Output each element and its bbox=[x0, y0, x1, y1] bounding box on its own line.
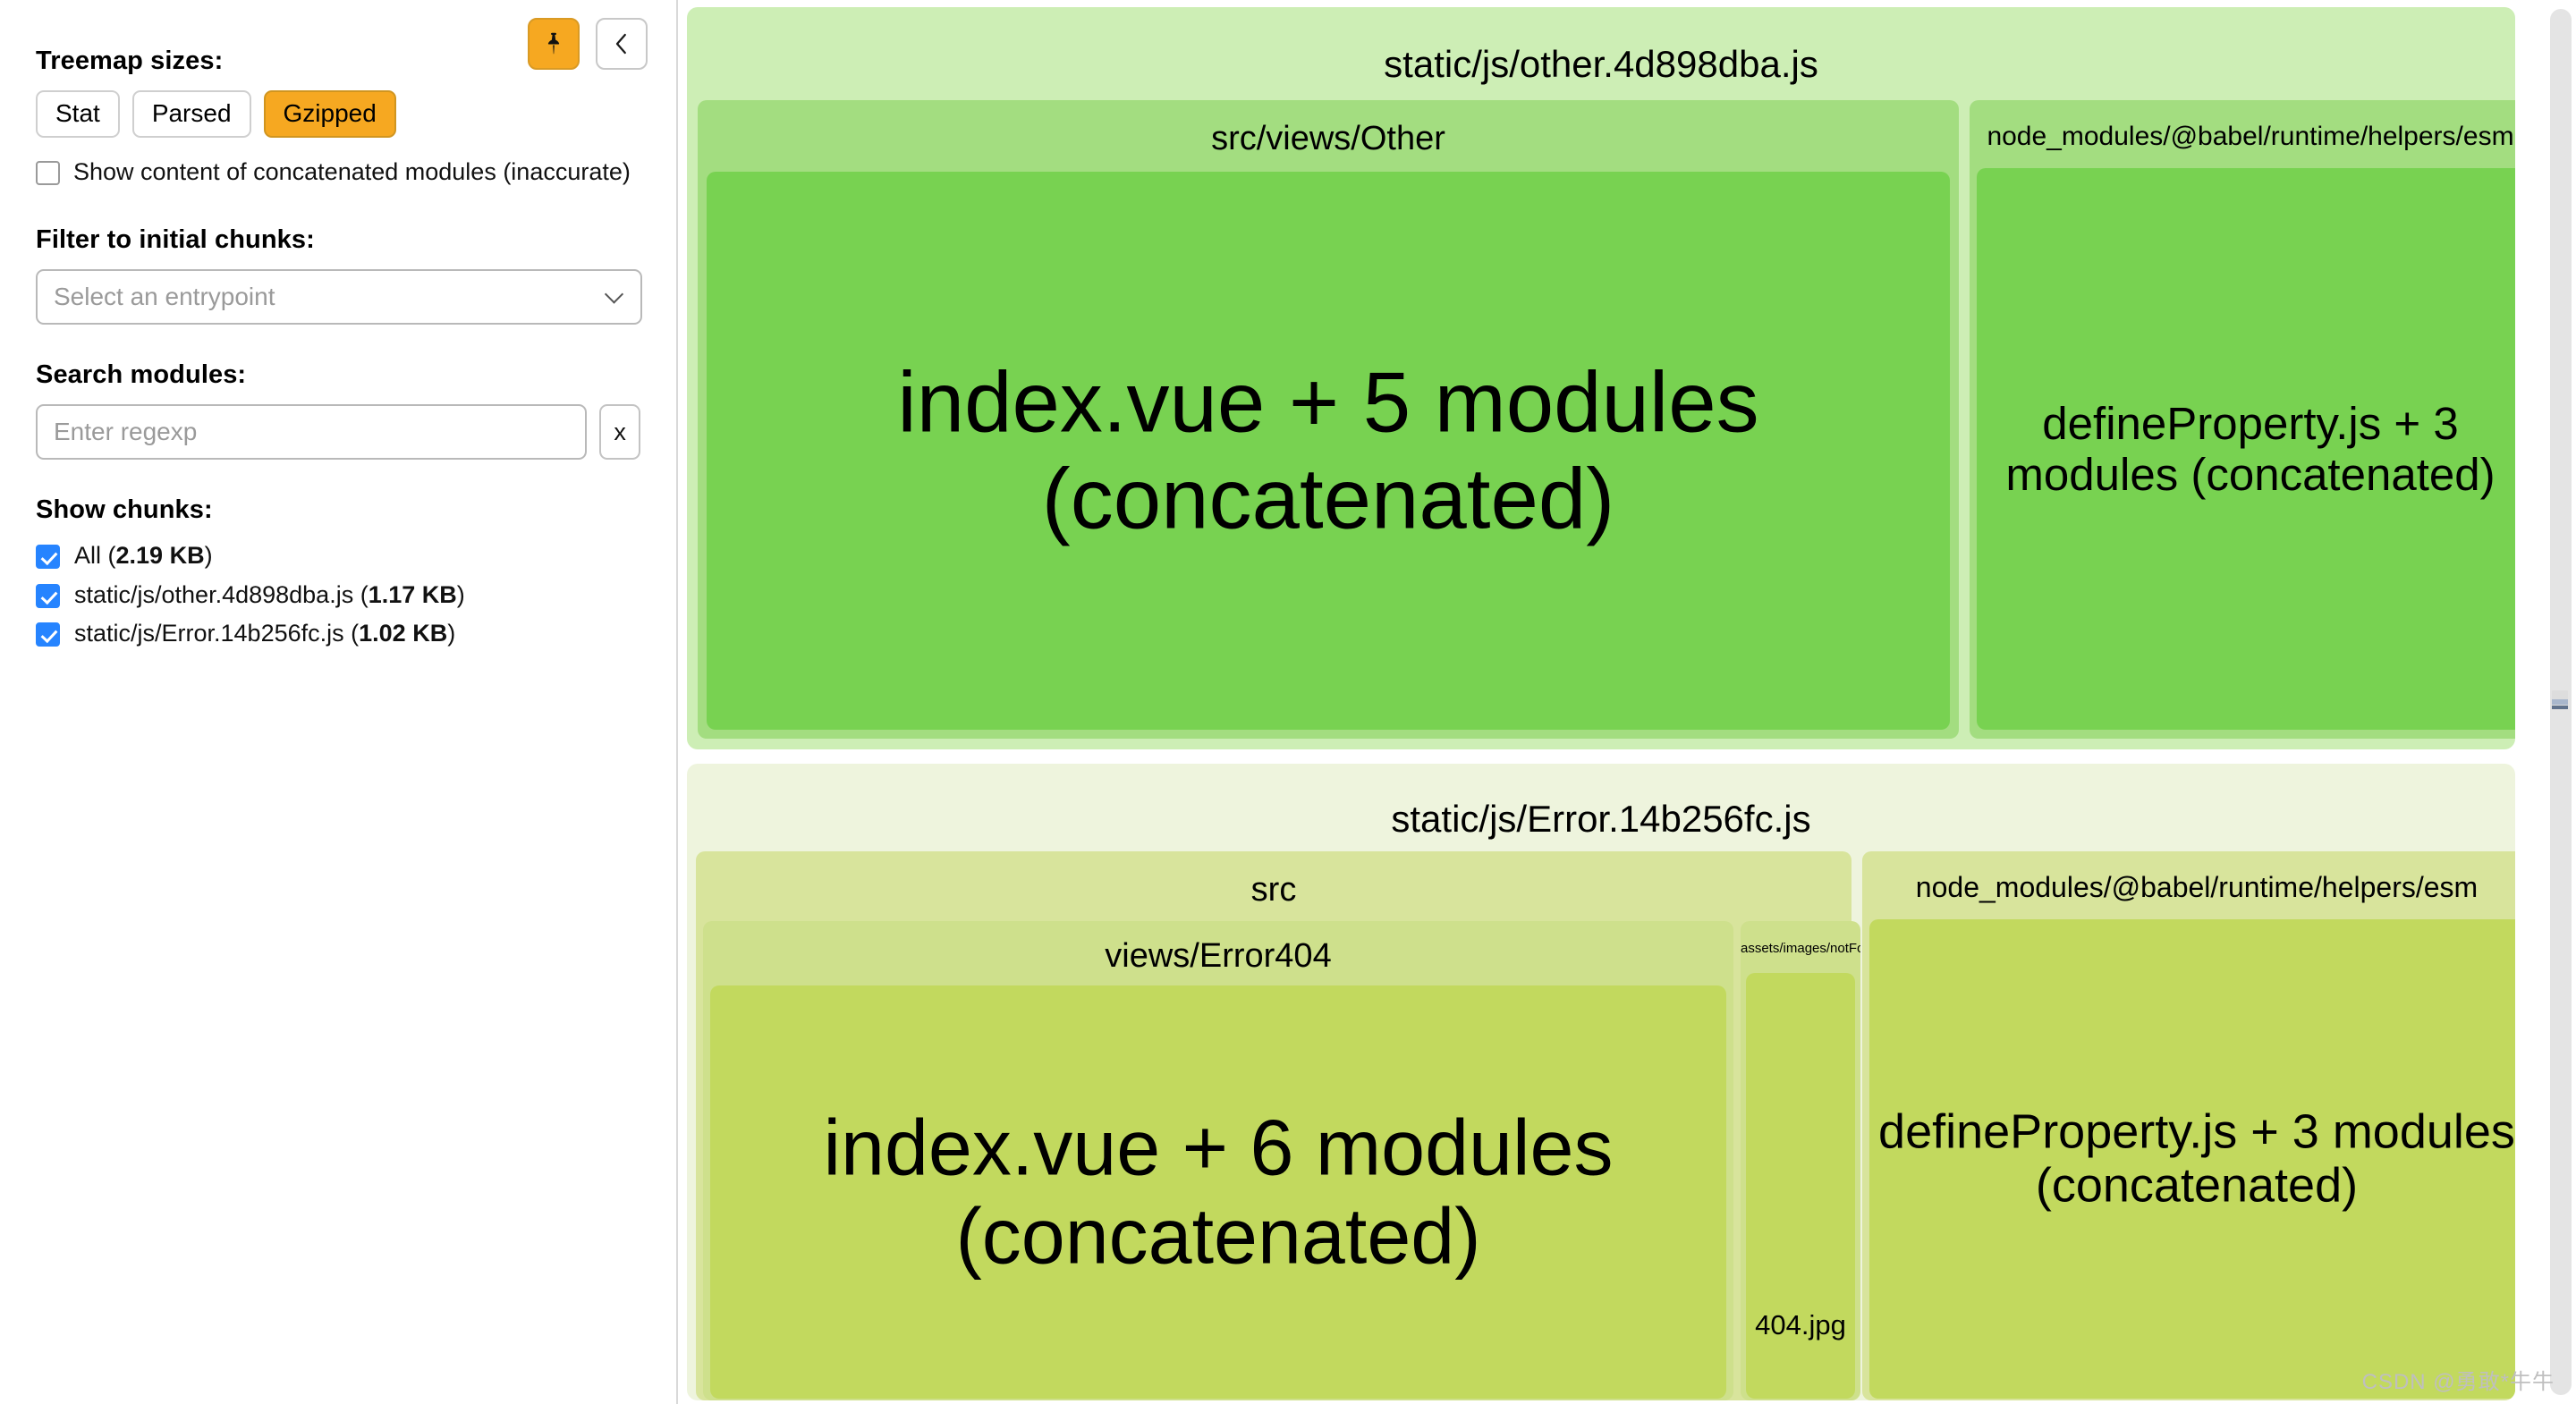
search-row: x bbox=[36, 404, 640, 461]
chevron-down-icon bbox=[604, 284, 624, 304]
chunk-size-other: 1.17 KB bbox=[368, 580, 457, 608]
treemap-node-assets-images-notfound-title: assets/images/notFound bbox=[1741, 941, 1860, 956]
chunk-checkbox-error[interactable] bbox=[36, 622, 60, 647]
treemap-leaf-error-index-vue-label: index.vue + 6 modules (concatenated) bbox=[823, 1103, 1614, 1280]
treemap-canvas[interactable]: static/js/other.4d898dba.js src/views/Ot… bbox=[678, 0, 2576, 1404]
size-button-gzipped[interactable]: Gzipped bbox=[263, 90, 396, 139]
treemap-leaf-error-index-vue[interactable]: index.vue + 6 modules (concatenated) bbox=[710, 985, 1726, 1399]
treemap-leaf-error-defineproperty[interactable]: defineProperty.js + 3 modules (concatena… bbox=[1869, 919, 2515, 1399]
chunk-label-error: static/js/Error.14b256fc.js (1.02 KB) bbox=[74, 620, 456, 647]
treemap-leaf-other-index-vue[interactable]: index.vue + 5 modules (concatenated) bbox=[707, 172, 1950, 730]
size-button-stat[interactable]: Stat bbox=[36, 90, 120, 139]
treemap-node-other-babel-esm-title: node_modules/@babel/runtime/helpers/esm bbox=[1987, 122, 2514, 151]
entrypoint-filter-label: Filter to initial chunks: bbox=[36, 225, 315, 255]
treemap-leaf-other-defineproperty[interactable]: defineProperty.js + 3 modules (concatena… bbox=[1977, 168, 2515, 730]
chunk-name-error: static/js/Error.14b256fc.js bbox=[74, 620, 344, 647]
treemap-node-views-error404-title: views/Error404 bbox=[1105, 937, 1332, 975]
sidebar: Treemap sizes: Stat Parsed Gzipped Show … bbox=[0, 0, 678, 1404]
chunk-item-all[interactable]: All (2.19 KB) bbox=[36, 539, 640, 571]
treemap-node-src-views-other[interactable]: src/views/Other index.vue + 5 modules (c… bbox=[698, 100, 1959, 739]
treemap-node-assets-images-notfound[interactable]: assets/images/notFound 404.jpg bbox=[1741, 921, 1860, 1400]
vertical-scrollbar-track[interactable] bbox=[2546, 0, 2576, 1404]
treemap-node-src[interactable]: src views/Error404 index.vue + 6 modules… bbox=[696, 851, 1860, 1400]
treemap-leaf-other-index-vue-label: index.vue + 5 modules (concatenated) bbox=[897, 354, 1759, 546]
chunk-item-other[interactable]: static/js/other.4d898dba.js (1.17 KB) bbox=[36, 579, 640, 611]
search-input[interactable] bbox=[36, 404, 588, 461]
chunk-size-all: 2.19 KB bbox=[115, 542, 205, 570]
pin-icon bbox=[540, 30, 567, 57]
treemap-chunk-other-title: static/js/other.4d898dba.js bbox=[1384, 43, 1818, 85]
bundle-analyzer-app: Treemap sizes: Stat Parsed Gzipped Show … bbox=[0, 0, 2576, 1404]
treemap-sizes-button-group: Stat Parsed Gzipped bbox=[36, 90, 640, 139]
size-button-parsed[interactable]: Parsed bbox=[131, 90, 251, 139]
treemap-leaf-error-defineproperty-label: defineProperty.js + 3 modules (concatena… bbox=[1878, 1104, 2515, 1213]
treemap-chunk-error-title: static/js/Error.14b256fc.js bbox=[1391, 798, 1811, 840]
treemap-leaf-404-jpg-label: 404.jpg bbox=[1755, 1309, 1846, 1341]
entrypoint-filter-section: Filter to initial chunks: Select an entr… bbox=[36, 225, 642, 326]
show-chunks-label: Show chunks: bbox=[36, 495, 213, 525]
scrollbar-artifact-icon bbox=[2552, 690, 2568, 710]
chunk-name-other: static/js/other.4d898dba.js bbox=[74, 580, 354, 608]
show-chunks-section: Show chunks: All (2.19 KB) static/js/oth… bbox=[36, 495, 640, 649]
chunk-name-all: All bbox=[74, 542, 102, 570]
clear-search-button[interactable]: x bbox=[599, 404, 640, 461]
chunk-size-error: 1.02 KB bbox=[359, 620, 448, 647]
chunk-label-all: All (2.19 KB) bbox=[74, 542, 213, 570]
treemap-node-other-babel-esm[interactable]: node_modules/@babel/runtime/helpers/esm … bbox=[1970, 100, 2515, 739]
treemap-leaf-404-jpg[interactable]: 404.jpg bbox=[1746, 973, 1855, 1399]
chevron-left-icon bbox=[608, 30, 635, 57]
treemap-node-error-babel-esm[interactable]: node_modules/@babel/runtime/helpers/esm … bbox=[1862, 851, 2515, 1400]
collapse-sidebar-button[interactable] bbox=[596, 18, 648, 70]
sidebar-toolbar bbox=[528, 18, 648, 70]
chunk-item-error[interactable]: static/js/Error.14b256fc.js (1.02 KB) bbox=[36, 617, 640, 649]
treemap-chunk-error[interactable]: static/js/Error.14b256fc.js src views/Er… bbox=[687, 764, 2515, 1400]
treemap-node-src-title: src bbox=[1250, 871, 1297, 909]
chunk-checkbox-other[interactable] bbox=[36, 583, 60, 608]
treemap-chunk-other[interactable]: static/js/other.4d898dba.js src/views/Ot… bbox=[687, 7, 2515, 749]
search-modules-section: Search modules: x bbox=[36, 360, 640, 461]
treemap-node-views-error404[interactable]: views/Error404 index.vue + 6 modules (co… bbox=[703, 921, 1733, 1400]
chunk-checkbox-all[interactable] bbox=[36, 545, 60, 570]
treemap-node-error-babel-esm-title: node_modules/@babel/runtime/helpers/esm bbox=[1915, 871, 2479, 903]
watermark: CSDN @勇敢*牛牛 bbox=[2361, 1370, 2555, 1394]
concatenated-modules-label: Show content of concatenated modules (in… bbox=[73, 158, 631, 186]
chunk-label-other: static/js/other.4d898dba.js (1.17 KB) bbox=[74, 580, 465, 608]
concatenated-modules-checkbox[interactable] bbox=[36, 161, 60, 186]
search-modules-label: Search modules: bbox=[36, 360, 247, 390]
entrypoint-select[interactable]: Select an entrypoint bbox=[36, 269, 642, 326]
entrypoint-select-placeholder: Select an entrypoint bbox=[54, 283, 275, 311]
pin-button[interactable] bbox=[528, 18, 580, 70]
treemap-node-src-views-other-title: src/views/Other bbox=[1211, 120, 1445, 157]
chunk-list: All (2.19 KB) static/js/other.4d898dba.j… bbox=[36, 539, 640, 649]
concatenated-modules-row[interactable]: Show content of concatenated modules (in… bbox=[36, 156, 640, 190]
treemap-leaf-other-defineproperty-label: defineProperty.js + 3 modules (concatena… bbox=[2005, 397, 2496, 500]
